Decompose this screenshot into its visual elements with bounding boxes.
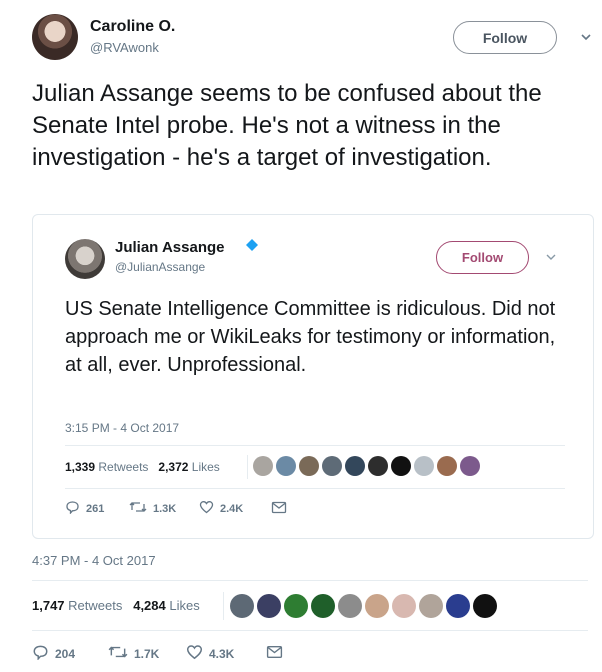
like-action[interactable]: 2.4K bbox=[199, 500, 271, 517]
tweet-timestamp[interactable]: 4:37 PM - 4 Oct 2017 bbox=[32, 553, 156, 568]
quoted-likes-label[interactable]: Likes bbox=[192, 460, 220, 474]
retweet-icon bbox=[129, 500, 147, 517]
like-count: 4.3K bbox=[209, 646, 235, 661]
liker-avatar[interactable] bbox=[446, 594, 470, 618]
divider bbox=[65, 445, 565, 446]
likes-count[interactable]: 4,284 bbox=[133, 598, 166, 613]
reply-icon bbox=[65, 500, 80, 517]
chevron-down-icon[interactable] bbox=[579, 30, 593, 44]
quoted-tweet-text: US Senate Intelligence Committee is ridi… bbox=[65, 298, 556, 376]
liker-avatar[interactable] bbox=[392, 594, 416, 618]
divider bbox=[32, 580, 588, 581]
liker-avatars bbox=[230, 594, 497, 618]
quoted-author-handle[interactable]: @JulianAssange bbox=[115, 260, 205, 274]
liker-avatar[interactable] bbox=[257, 594, 281, 618]
retweets-count[interactable]: 1,747 bbox=[32, 598, 65, 613]
liker-avatar[interactable] bbox=[345, 456, 365, 476]
liker-avatar[interactable] bbox=[391, 456, 411, 476]
liker-avatar[interactable] bbox=[253, 456, 273, 476]
envelope-icon bbox=[271, 501, 287, 517]
liker-avatar[interactable] bbox=[473, 594, 497, 618]
heart-icon bbox=[186, 644, 203, 663]
divider bbox=[65, 488, 565, 489]
quoted-retweets-label[interactable]: Retweets bbox=[98, 460, 148, 474]
liker-avatar[interactable] bbox=[437, 456, 457, 476]
tweet-text: Julian Assange seems to be confused abou… bbox=[32, 80, 542, 171]
liker-avatar[interactable] bbox=[284, 594, 308, 618]
retweet-count: 1.3K bbox=[153, 502, 177, 515]
divider bbox=[32, 630, 588, 631]
quoted-actions: 261 1.3K 2.4K bbox=[65, 500, 287, 517]
liker-avatar[interactable] bbox=[368, 456, 388, 476]
liker-avatar[interactable] bbox=[460, 456, 480, 476]
chevron-down-icon[interactable] bbox=[545, 251, 557, 266]
liker-avatar[interactable] bbox=[299, 456, 319, 476]
retweet-action[interactable]: 1.3K bbox=[129, 500, 199, 517]
quoted-likes-count[interactable]: 2,372 bbox=[158, 460, 188, 474]
quoted-retweets-count[interactable]: 1,339 bbox=[65, 460, 95, 474]
liker-avatar[interactable] bbox=[230, 594, 254, 618]
quoted-author-name[interactable]: Julian Assange bbox=[115, 239, 224, 256]
divider bbox=[247, 455, 248, 479]
liker-avatar[interactable] bbox=[338, 594, 362, 618]
tweet-stats: 1,747 Retweets 4,284 Likes bbox=[32, 598, 200, 613]
retweet-icon bbox=[108, 644, 128, 663]
liker-avatar[interactable] bbox=[419, 594, 443, 618]
tweet-header: Caroline O. @RVAwonk Follow bbox=[32, 14, 592, 62]
retweets-label[interactable]: Retweets bbox=[68, 598, 122, 613]
liker-avatar[interactable] bbox=[322, 456, 342, 476]
dm-action[interactable] bbox=[266, 645, 283, 662]
liker-avatars bbox=[253, 456, 480, 476]
reply-count: 261 bbox=[86, 502, 105, 515]
quoted-tweet[interactable]: Julian Assange @JulianAssange Follow US … bbox=[32, 214, 594, 539]
likes-label[interactable]: Likes bbox=[169, 598, 199, 613]
follow-button[interactable]: Follow bbox=[453, 21, 557, 54]
quoted-avatar[interactable] bbox=[65, 239, 105, 279]
divider bbox=[223, 592, 224, 620]
reply-action[interactable]: 204 bbox=[32, 644, 108, 663]
liker-avatar[interactable] bbox=[365, 594, 389, 618]
retweet-count: 1.7K bbox=[134, 646, 160, 661]
liker-avatar[interactable] bbox=[276, 456, 296, 476]
liker-avatar[interactable] bbox=[311, 594, 335, 618]
tweet-actions: 204 1.7K 4.3K bbox=[32, 644, 283, 663]
quoted-follow-button[interactable]: Follow bbox=[436, 241, 529, 274]
author-handle[interactable]: @RVAwonk bbox=[90, 40, 159, 55]
like-action[interactable]: 4.3K bbox=[186, 644, 266, 663]
retweet-action[interactable]: 1.7K bbox=[108, 644, 186, 663]
liker-avatar[interactable] bbox=[414, 456, 434, 476]
author-name[interactable]: Caroline O. bbox=[90, 18, 175, 36]
quoted-stats: 1,339 Retweets 2,372 Likes bbox=[65, 460, 220, 474]
quoted-timestamp[interactable]: 3:15 PM - 4 Oct 2017 bbox=[65, 421, 179, 435]
verified-badge-icon bbox=[246, 239, 258, 254]
envelope-icon bbox=[266, 645, 283, 662]
heart-icon bbox=[199, 500, 214, 517]
like-count: 2.4K bbox=[220, 502, 244, 515]
avatar[interactable] bbox=[32, 14, 78, 60]
dm-action[interactable] bbox=[271, 501, 287, 517]
reply-count: 204 bbox=[55, 646, 76, 661]
reply-action[interactable]: 261 bbox=[65, 500, 129, 517]
reply-icon bbox=[32, 644, 49, 663]
